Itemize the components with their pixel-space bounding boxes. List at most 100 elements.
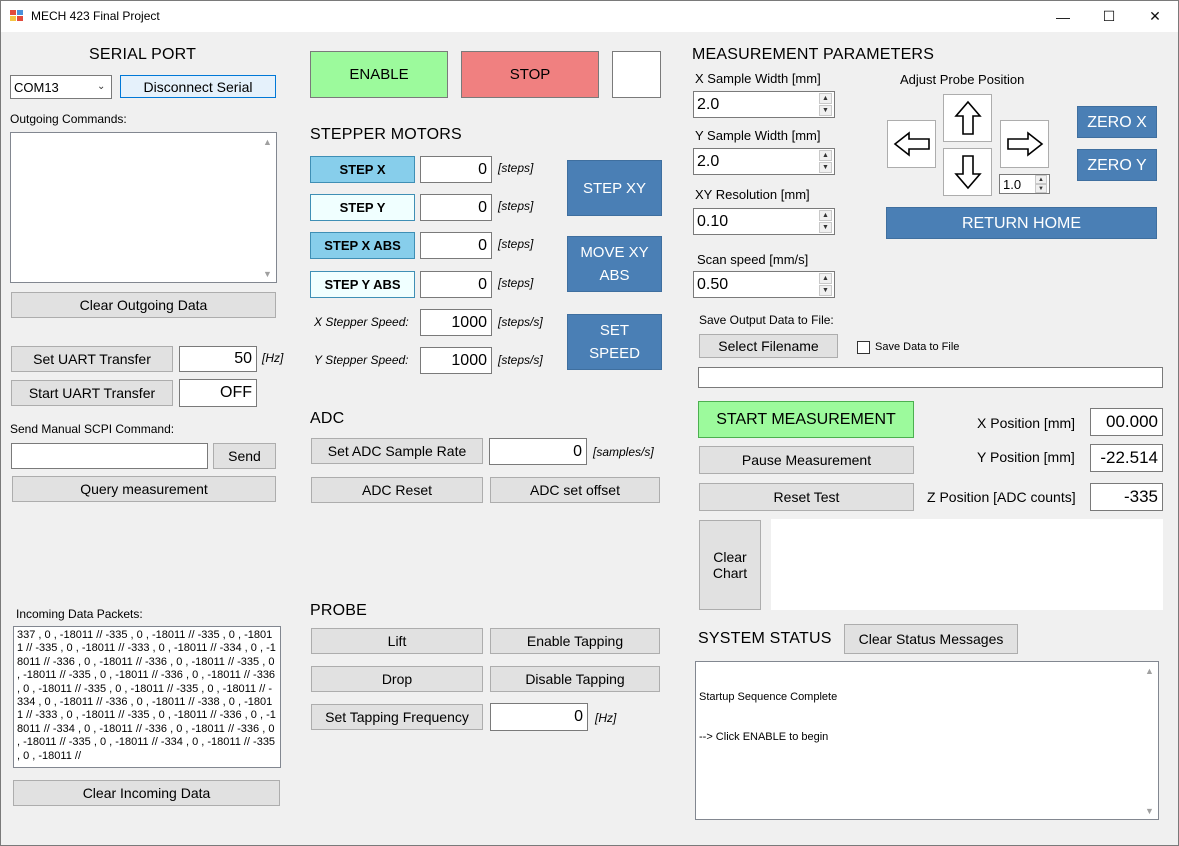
filename-input[interactable] (698, 367, 1163, 388)
minimize-button[interactable]: — (1040, 1, 1086, 32)
step-y-unit: [steps] (498, 199, 534, 213)
arrow-right-icon (1006, 131, 1043, 157)
drop-button[interactable]: Drop (311, 666, 483, 692)
enable-button[interactable]: ENABLE (310, 51, 448, 98)
uart-rate-input[interactable]: 50 (179, 346, 257, 372)
maximize-button[interactable]: ☐ (1086, 1, 1132, 32)
reset-test-button[interactable]: Reset Test (699, 483, 914, 511)
manual-scpi-input[interactable] (11, 443, 208, 469)
spin-up-icon[interactable]: ▲ (1035, 175, 1047, 184)
y-sample-width-spinner[interactable]: ▲ ▼ (819, 149, 834, 174)
window-title: MECH 423 Final Project (31, 9, 160, 23)
step-y-button[interactable]: STEP Y (310, 194, 415, 221)
x-sample-width-input[interactable]: 2.0 ▲ ▼ (693, 91, 835, 118)
y-stepper-speed-input[interactable]: 1000 (420, 347, 492, 374)
spin-up-icon[interactable]: ▲ (819, 93, 832, 104)
stop-button[interactable]: STOP (461, 51, 599, 98)
clear-status-button[interactable]: Clear Status Messages (844, 624, 1018, 654)
system-status-textarea[interactable]: Startup Sequence Complete --> Click ENAB… (695, 661, 1159, 820)
disconnect-serial-button[interactable]: Disconnect Serial (120, 75, 276, 98)
select-filename-button[interactable]: Select Filename (699, 334, 838, 358)
set-tapping-frequency-button[interactable]: Set Tapping Frequency (311, 704, 483, 730)
save-data-checkbox[interactable] (857, 341, 870, 354)
move-xy-abs-button[interactable]: MOVE XY ABS (567, 236, 662, 292)
probe-up-button[interactable] (943, 94, 992, 142)
status-scrollbar[interactable]: ▲ ▼ (1141, 662, 1158, 819)
set-adc-rate-button[interactable]: Set ADC Sample Rate (311, 438, 483, 464)
spin-up-icon[interactable]: ▲ (819, 273, 832, 284)
lift-button[interactable]: Lift (311, 628, 483, 654)
spin-up-icon[interactable]: ▲ (819, 210, 832, 221)
step-x-abs-button[interactable]: STEP X ABS (310, 232, 415, 259)
scroll-down-icon[interactable]: ▼ (1141, 802, 1158, 819)
z-position-label: Z Position [ADC counts] (927, 489, 1076, 505)
spin-down-icon[interactable]: ▼ (819, 285, 832, 296)
spin-down-icon[interactable]: ▼ (819, 105, 832, 116)
com-port-select[interactable]: COM13 ⌄ (10, 75, 112, 99)
adjust-probe-label: Adjust Probe Position (900, 72, 1025, 87)
clear-incoming-button[interactable]: Clear Incoming Data (13, 780, 280, 806)
scroll-up-icon[interactable]: ▲ (259, 133, 276, 150)
incoming-data-textarea[interactable]: 337 , 0 , -18011 // -335 , 0 , -18011 //… (13, 626, 281, 768)
adc-reset-button[interactable]: ADC Reset (311, 477, 483, 503)
spin-up-icon[interactable]: ▲ (819, 150, 832, 161)
clear-chart-button[interactable]: Clear Chart (699, 520, 761, 610)
scan-speed-input[interactable]: 0.50 ▲ ▼ (693, 271, 835, 298)
step-y-input[interactable]: 0 (420, 194, 492, 221)
start-measurement-button[interactable]: START MEASUREMENT (698, 401, 914, 438)
step-y-abs-input[interactable]: 0 (420, 271, 492, 298)
step-xy-button[interactable]: STEP XY (567, 160, 662, 216)
xy-resolution-input[interactable]: 0.10 ▲ ▼ (693, 208, 835, 235)
app-icon (10, 10, 23, 22)
outgoing-scrollbar[interactable]: ▲ ▼ (259, 133, 276, 282)
probe-step-size-spinner[interactable]: ▲ ▼ (1035, 175, 1049, 193)
send-button[interactable]: Send (213, 443, 276, 469)
y-sample-width-input[interactable]: 2.0 ▲ ▼ (693, 148, 835, 175)
enable-tapping-button[interactable]: Enable Tapping (490, 628, 660, 654)
tapping-frequency-input[interactable]: 0 (490, 703, 588, 731)
query-measurement-button[interactable]: Query measurement (12, 476, 276, 502)
return-home-button[interactable]: RETURN HOME (886, 207, 1157, 239)
zero-y-button[interactable]: ZERO Y (1077, 149, 1157, 181)
adc-rate-input[interactable]: 0 (489, 438, 587, 465)
system-status-heading: SYSTEM STATUS (698, 630, 832, 647)
probe-right-button[interactable] (1000, 120, 1049, 168)
set-speed-line2: SPEED (589, 345, 640, 362)
spin-down-icon[interactable]: ▼ (1035, 184, 1047, 193)
disable-tapping-button[interactable]: Disable Tapping (490, 666, 660, 692)
probe-left-button[interactable] (887, 120, 936, 168)
zero-x-button[interactable]: ZERO X (1077, 106, 1157, 138)
scan-speed-spinner[interactable]: ▲ ▼ (819, 272, 834, 297)
set-speed-line1: SET (599, 322, 630, 339)
spin-down-icon[interactable]: ▼ (819, 162, 832, 173)
step-x-unit: [steps] (498, 161, 534, 175)
adc-set-offset-button[interactable]: ADC set offset (490, 477, 660, 503)
set-speed-button[interactable]: SET SPEED (567, 314, 662, 370)
scroll-down-icon[interactable]: ▼ (259, 265, 276, 282)
pause-measurement-button[interactable]: Pause Measurement (699, 446, 914, 474)
probe-down-button[interactable] (943, 148, 992, 196)
spin-down-icon[interactable]: ▼ (819, 222, 832, 233)
step-x-button[interactable]: STEP X (310, 156, 415, 183)
outgoing-commands-textarea[interactable]: ▲ ▼ (10, 132, 277, 283)
start-uart-transfer-button[interactable]: Start UART Transfer (11, 380, 173, 406)
serial-port-heading: SERIAL PORT (89, 46, 197, 63)
com-port-value: COM13 (14, 80, 59, 95)
step-x-input[interactable]: 0 (420, 156, 492, 183)
xy-resolution-spinner[interactable]: ▲ ▼ (819, 209, 834, 234)
x-position-label: X Position [mm] (977, 415, 1076, 431)
set-uart-transfer-button[interactable]: Set UART Transfer (11, 346, 173, 372)
clear-outgoing-button[interactable]: Clear Outgoing Data (11, 292, 276, 318)
y-stepper-speed-unit: [steps/s] (498, 353, 543, 367)
probe-step-size-input[interactable]: 1.0 ▲ ▼ (999, 174, 1050, 194)
scroll-up-icon[interactable]: ▲ (1141, 662, 1158, 679)
clear-chart-line1: Clear (713, 549, 747, 565)
x-stepper-speed-input[interactable]: 1000 (420, 309, 492, 336)
outgoing-commands-text (11, 133, 276, 137)
step-x-abs-input[interactable]: 0 (420, 232, 492, 259)
step-y-abs-button[interactable]: STEP Y ABS (310, 271, 415, 298)
x-sample-width-spinner[interactable]: ▲ ▼ (819, 92, 834, 117)
save-output-label: Save Output Data to File: (699, 313, 834, 327)
close-button[interactable]: ✕ (1132, 1, 1178, 32)
y-stepper-speed-label: Y Stepper Speed: (314, 353, 409, 367)
